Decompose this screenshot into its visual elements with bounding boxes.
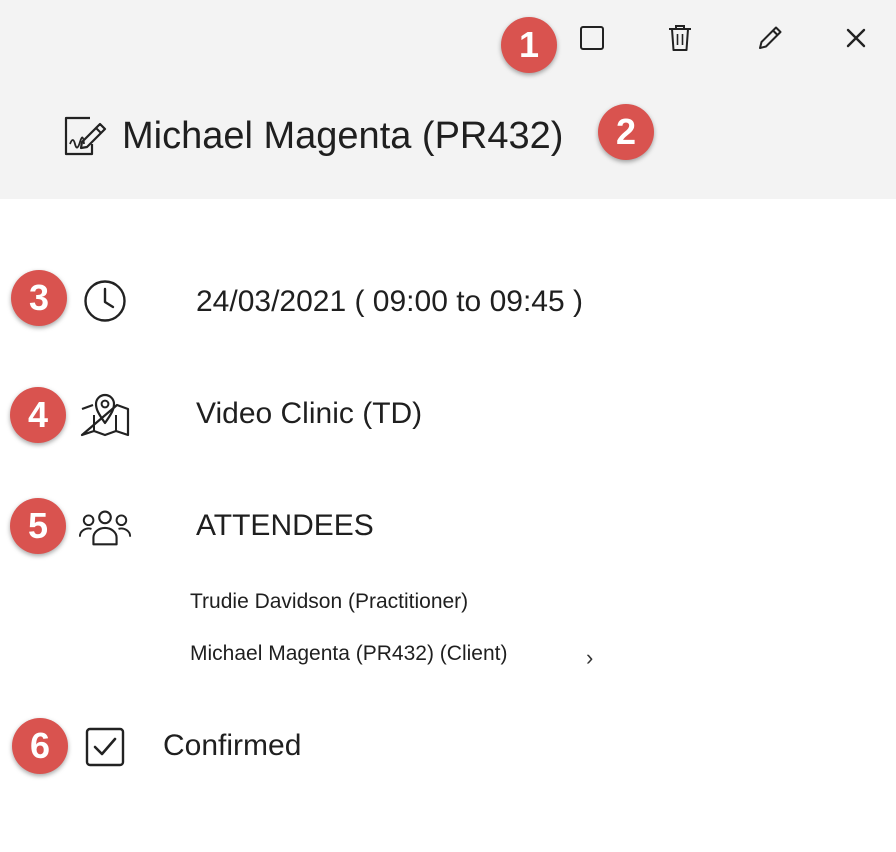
attendee-client[interactable]: Michael Magenta (PR432) (Client): [190, 642, 507, 666]
map-pin-icon: [78, 387, 132, 441]
checkbox-icon: [580, 26, 604, 50]
appointment-status: Confirmed: [163, 729, 302, 762]
chevron-right-icon[interactable]: ›: [586, 645, 593, 671]
close-button[interactable]: [836, 18, 876, 58]
appointment-title: Michael Magenta (PR432): [122, 114, 564, 157]
delete-button[interactable]: [660, 18, 700, 58]
confirmed-checkbox[interactable]: [78, 720, 132, 774]
appointment-location: Video Clinic (TD): [196, 397, 423, 430]
attendees-icon: [78, 500, 132, 554]
attendee-practitioner: Trudie Davidson (Practitioner): [190, 590, 469, 613]
checked-box-icon: [85, 727, 125, 767]
callout-badge-4: 4: [10, 387, 66, 443]
callout-badge-2: 2: [598, 104, 654, 160]
attendees-heading: ATTENDEES: [196, 509, 374, 542]
appointment-datetime: 24/03/2021 ( 09:00 to 09:45 ): [196, 285, 583, 318]
callout-badge-5: 5: [10, 498, 66, 554]
clock-icon: [78, 274, 132, 328]
pencil-icon: [759, 26, 782, 49]
callout-badge-3: 3: [11, 270, 67, 326]
callout-badge-6: 6: [12, 718, 68, 774]
appointment-title-row: Michael Magenta (PR432): [60, 108, 563, 164]
trash-icon: [669, 25, 691, 51]
callout-badge-1: 1: [501, 17, 557, 73]
signed-document-icon: [64, 116, 107, 156]
close-icon: [846, 28, 866, 48]
edit-button[interactable]: [750, 18, 790, 58]
select-checkbox-button[interactable]: [572, 18, 612, 58]
